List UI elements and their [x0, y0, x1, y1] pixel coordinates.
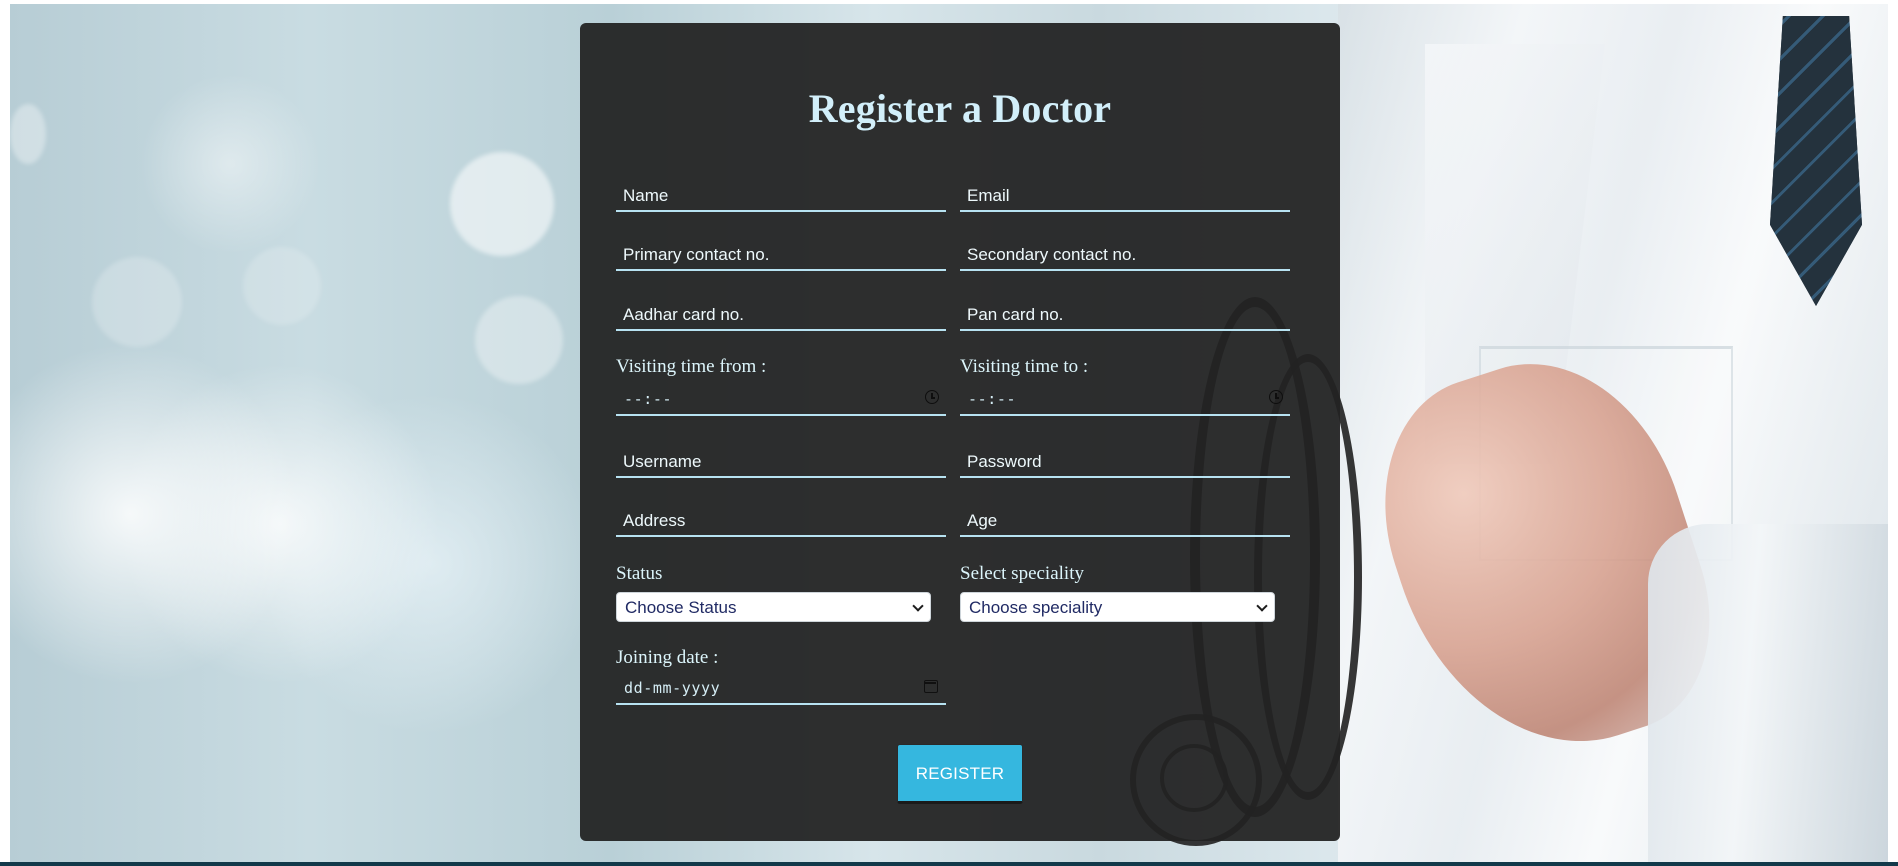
address-input[interactable]: [616, 503, 946, 535]
status-select[interactable]: Choose Status: [616, 592, 931, 622]
age-field[interactable]: [960, 503, 1290, 537]
page-title: Register a Doctor: [808, 86, 1112, 131]
joining-date-value: dd-mm-yyyy: [624, 679, 721, 697]
clock-icon[interactable]: [925, 390, 939, 404]
clock-icon[interactable]: [1269, 390, 1283, 404]
address-field[interactable]: [616, 503, 946, 537]
secondary-contact-input[interactable]: [960, 237, 1290, 269]
bokeh-light: [243, 247, 321, 325]
age-input[interactable]: [960, 503, 1290, 535]
chevron-down-icon[interactable]: [912, 600, 924, 612]
visiting-time-to-value: --:--: [968, 390, 1017, 408]
aadhar-input[interactable]: [616, 297, 946, 329]
username-field[interactable]: [616, 444, 946, 478]
chevron-down-icon[interactable]: [1256, 600, 1268, 612]
secondary-contact-field[interactable]: [960, 237, 1290, 271]
calendar-icon[interactable]: [924, 680, 938, 693]
joining-date-label: Joining date :: [616, 647, 719, 668]
visiting-time-from-value: --:--: [624, 390, 673, 408]
pan-field[interactable]: [960, 297, 1290, 331]
register-form-panel: Register a Doctor Visiting time from : -…: [580, 23, 1340, 841]
password-input[interactable]: [960, 444, 1290, 476]
email-input[interactable]: [960, 178, 1290, 210]
email-field[interactable]: [960, 178, 1290, 212]
name-field[interactable]: [616, 178, 946, 212]
joining-date-input[interactable]: dd-mm-yyyy: [616, 675, 946, 705]
bottom-bar: [0, 862, 1898, 866]
pan-input[interactable]: [960, 297, 1290, 329]
visiting-time-to-input[interactable]: --:--: [960, 386, 1290, 416]
register-button[interactable]: REGISTER: [897, 744, 1023, 804]
bokeh-light: [10, 104, 46, 164]
bokeh-light: [450, 152, 554, 256]
background-image: Register a Doctor Visiting time from : -…: [10, 4, 1888, 862]
visiting-time-from-input[interactable]: --:--: [616, 386, 946, 416]
name-input[interactable]: [616, 178, 946, 210]
aadhar-field[interactable]: [616, 297, 946, 331]
visiting-time-from-label: Visiting time from :: [616, 356, 767, 377]
primary-contact-input[interactable]: [616, 237, 946, 269]
coat-sleeve: [1648, 524, 1888, 862]
username-input[interactable]: [616, 444, 946, 476]
speciality-label: Select speciality: [960, 563, 1084, 584]
status-label: Status: [616, 563, 663, 584]
speciality-select[interactable]: Choose speciality: [960, 592, 1275, 622]
password-field[interactable]: [960, 444, 1290, 478]
speciality-selected-value: Choose speciality: [969, 598, 1103, 617]
primary-contact-field[interactable]: [616, 237, 946, 271]
bokeh-light: [92, 257, 182, 347]
status-selected-value: Choose Status: [625, 598, 737, 617]
visiting-time-to-label: Visiting time to :: [960, 356, 1089, 377]
bokeh-light: [475, 296, 563, 384]
